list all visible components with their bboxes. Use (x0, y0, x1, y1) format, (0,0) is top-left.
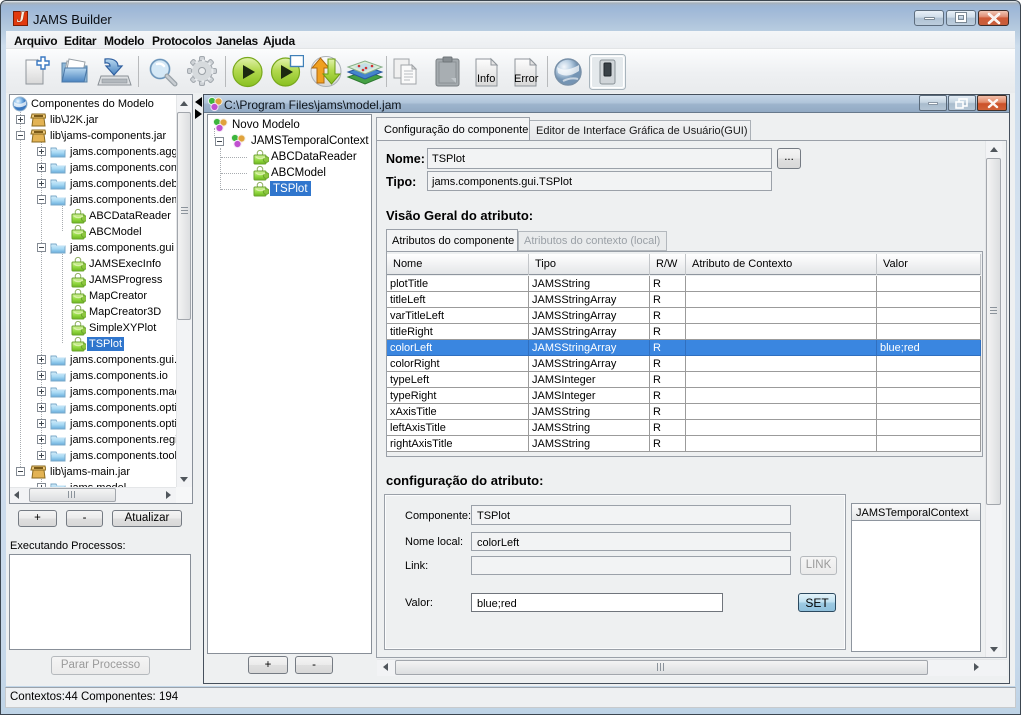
svg-text:Error: Error (514, 73, 539, 85)
svg-text:Info: Info (477, 73, 495, 85)
